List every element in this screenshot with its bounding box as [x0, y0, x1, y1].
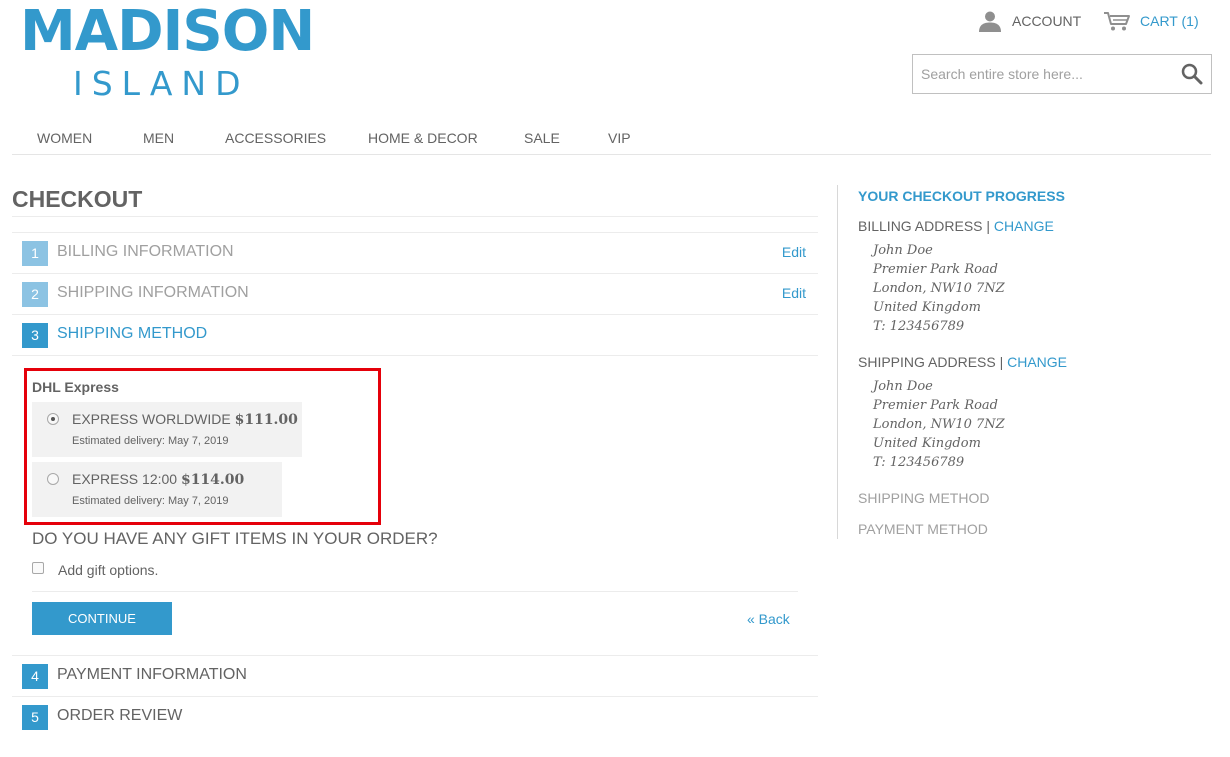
- step-shipping-information[interactable]: 2 SHIPPING INFORMATION Edit: [12, 273, 818, 314]
- step-number: 2: [22, 282, 48, 307]
- step-payment-information: 4 PAYMENT INFORMATION: [12, 655, 818, 696]
- carrier-name: DHL Express: [32, 379, 119, 395]
- search-input[interactable]: [913, 55, 1175, 93]
- step-number: 1: [22, 241, 48, 266]
- shipping-option-label[interactable]: EXPRESS 12:00 $114.00: [72, 471, 244, 488]
- step-order-review: 5 ORDER REVIEW: [12, 696, 818, 737]
- step-title: ORDER REVIEW: [57, 707, 183, 724]
- buttons-divider: [32, 591, 798, 592]
- cart-link[interactable]: CART (1): [1103, 10, 1199, 32]
- title-divider: [12, 216, 818, 217]
- address-line: Premier Park Road: [873, 262, 999, 277]
- shipping-radio-express-1200[interactable]: [47, 473, 59, 485]
- store-logo[interactable]: MADISON ISLAND: [20, 0, 315, 104]
- change-billing-link[interactable]: CHANGE: [994, 218, 1054, 234]
- gift-options-heading: DO YOU HAVE ANY GIFT ITEMS IN YOUR ORDER…: [32, 529, 438, 548]
- search-icon[interactable]: [1181, 63, 1203, 85]
- checkout-progress-title: YOUR CHECKOUT PROGRESS: [858, 188, 1065, 204]
- step-number: 3: [22, 323, 48, 348]
- payment-method-heading: PAYMENT METHOD: [858, 521, 988, 537]
- gift-options-checkbox[interactable]: [32, 562, 44, 574]
- shipping-radio-express-worldwide[interactable]: [47, 413, 59, 425]
- step-shipping-method: 3 SHIPPING METHOD: [12, 314, 818, 355]
- continue-button[interactable]: CONTINUE: [32, 602, 172, 635]
- billing-address-block: John Doe Premier Park Road London, NW10 …: [873, 241, 1005, 336]
- address-line: T: 123456789: [873, 455, 965, 470]
- edit-shipping-link[interactable]: Edit: [782, 285, 806, 301]
- delivery-estimate: Estimated delivery: May 7, 2019: [72, 495, 229, 507]
- page-title: CHECKOUT: [12, 186, 143, 212]
- address-line: London, NW10 7NZ: [873, 281, 1005, 296]
- address-line: Premier Park Road: [873, 398, 999, 413]
- shipping-price: $111.00: [234, 412, 298, 428]
- delivery-estimate: Estimated delivery: May 7, 2019: [72, 435, 229, 447]
- user-icon: [979, 11, 1001, 32]
- step-title: PAYMENT INFORMATION: [57, 666, 247, 683]
- shipping-option-express-worldwide[interactable]: EXPRESS WORLDWIDE $111.00 Estimated deli…: [32, 402, 302, 457]
- address-line: John Doe: [873, 379, 933, 394]
- step-title: BILLING INFORMATION: [57, 243, 234, 260]
- step-title: SHIPPING METHOD: [57, 325, 208, 342]
- billing-address-heading: BILLING ADDRESS | CHANGE: [858, 218, 1054, 234]
- address-line: John Doe: [873, 243, 933, 258]
- shipping-price: $114.00: [180, 472, 245, 488]
- account-label: ACCOUNT: [1012, 13, 1082, 29]
- step-divider: [12, 355, 818, 356]
- step-number: 4: [22, 664, 48, 689]
- shipping-method-heading: SHIPPING METHOD: [858, 490, 990, 506]
- search-form: [912, 54, 1212, 94]
- nav-item-sale[interactable]: SALE: [524, 130, 560, 146]
- shipping-address-block: John Doe Premier Park Road London, NW10 …: [873, 377, 1005, 472]
- main-navigation: WOMEN MEN ACCESSORIES HOME & DECOR SALE …: [12, 124, 1211, 155]
- step-billing-information[interactable]: 1 BILLING INFORMATION Edit: [12, 232, 818, 273]
- sidebar-divider: [837, 185, 838, 539]
- cart-label: CART (1): [1140, 13, 1199, 29]
- shipping-option-label[interactable]: EXPRESS WORLDWIDE $111.00: [72, 411, 298, 428]
- nav-item-men[interactable]: MEN: [143, 130, 174, 146]
- step-number: 5: [22, 705, 48, 730]
- cart-icon: [1104, 12, 1130, 31]
- logo-text-bottom: ISLAND: [73, 64, 250, 103]
- logo-text-top: MADISON: [20, 0, 315, 64]
- address-line: United Kingdom: [873, 300, 981, 315]
- step-title: SHIPPING INFORMATION: [57, 284, 249, 301]
- nav-item-vip[interactable]: VIP: [608, 130, 631, 146]
- account-link[interactable]: ACCOUNT: [978, 10, 1081, 32]
- gift-options-label[interactable]: Add gift options.: [58, 562, 158, 578]
- shipping-option-express-1200[interactable]: EXPRESS 12:00 $114.00 Estimated delivery…: [32, 462, 282, 517]
- change-shipping-link[interactable]: CHANGE: [1007, 354, 1067, 370]
- nav-item-home-decor[interactable]: HOME & DECOR: [368, 130, 478, 146]
- back-link[interactable]: « Back: [747, 611, 790, 627]
- address-line: London, NW10 7NZ: [873, 417, 1005, 432]
- nav-item-women[interactable]: WOMEN: [37, 130, 92, 146]
- edit-billing-link[interactable]: Edit: [782, 244, 806, 260]
- address-line: T: 123456789: [873, 319, 965, 334]
- shipping-address-heading: SHIPPING ADDRESS | CHANGE: [858, 354, 1068, 370]
- nav-item-accessories[interactable]: ACCESSORIES: [225, 130, 326, 146]
- address-line: United Kingdom: [873, 436, 981, 451]
